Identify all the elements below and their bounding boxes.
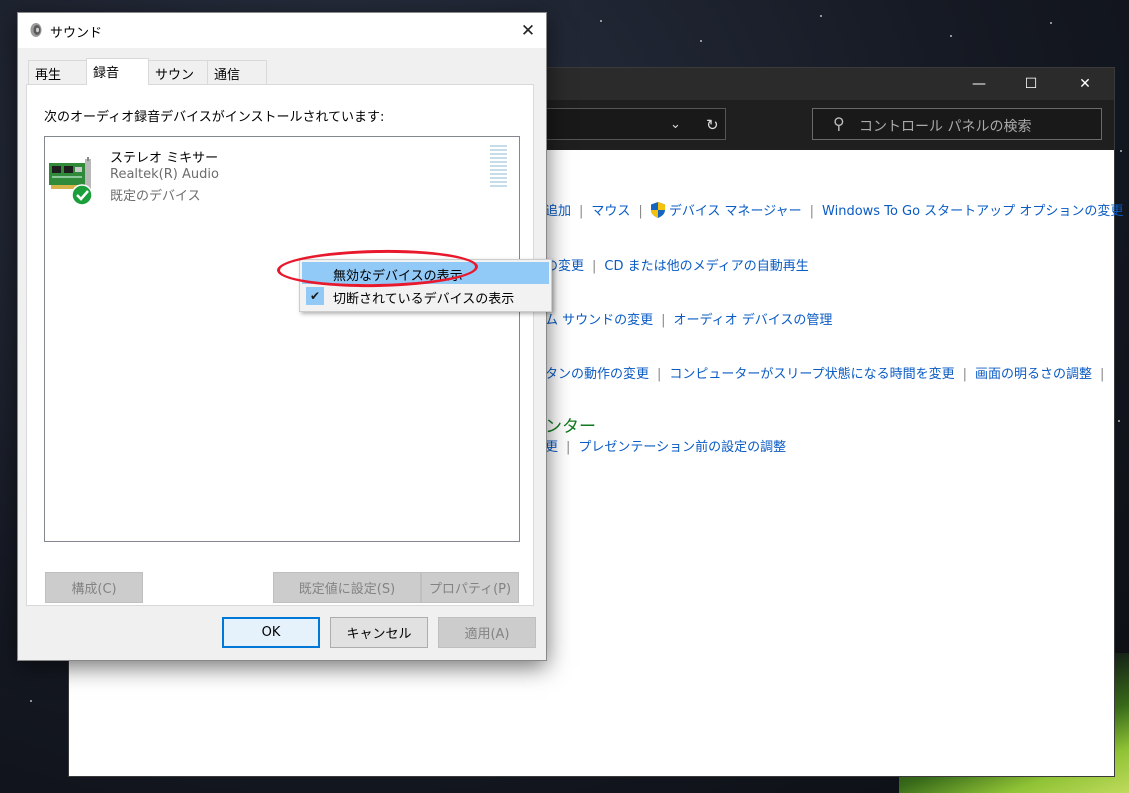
search-icon: ⚲ [833,114,845,133]
menu-item-show-disconnected[interactable]: ✔ 切断されているデバイスの表示 [302,285,549,307]
menu-item-label: 無効なデバイスの表示 [333,269,463,284]
minimize-icon[interactable]: — [956,68,1002,100]
link-audio-devices[interactable]: オーディオ デバイスの管理 [674,313,833,328]
menu-item-label: 切断されているデバイスの表示 [333,292,515,307]
sound-card-icon [49,157,93,206]
sound-links: ム サウンドの変更 | オーディオ デバイスの管理 [545,313,833,328]
device-list[interactable]: ステレオ ミキサー Realtek(R) Audio 既定のデバイス [44,136,520,542]
close-icon[interactable]: ✕ [510,13,546,48]
ok-button[interactable]: OK [222,617,320,648]
cancel-button[interactable]: キャンセル [330,617,428,648]
mobility-links: 更 | プレゼンテーション前の設定の調整 [545,440,787,455]
refresh-icon[interactable]: ↻ [706,116,719,134]
recording-panel: 次のオーディオ録音デバイスがインストールされています: ステレオ ミキサー Re… [26,84,534,606]
checkmark-icon: ✔ [306,287,324,305]
link-brightness[interactable]: 画面の明るさの調整 [975,367,1092,382]
context-menu: 無効なデバイスの表示 ✔ 切断されているデバイスの表示 [299,259,552,312]
link-sleep-time[interactable]: コンピューターがスリープ状態になる時間を変更 [669,367,954,382]
search-input[interactable]: ⚲ コントロール パネルの検索 [812,108,1102,140]
dialog-titlebar: サウンド ✕ [18,13,546,48]
uac-shield-icon [650,202,665,218]
link-autoplay-media[interactable]: CD または他のメディアの自動再生 [604,259,808,274]
link-device-manager[interactable]: デバイス マネージャー [669,204,802,219]
autoplay-links: の変更 | CD または他のメディアの自動再生 [545,259,809,274]
tab-sounds[interactable]: サウンド [148,60,208,102]
configure-button[interactable]: 構成(C) [45,572,143,603]
apply-button[interactable]: 適用(A) [438,617,536,648]
tab-playback[interactable]: 再生 [28,60,87,84]
device-driver: Realtek(R) Audio [110,167,219,182]
set-default-button[interactable]: 既定値に設定(S) [273,572,421,603]
tab-recording[interactable]: 録音 [86,58,149,85]
power-links: タンの動作の変更 | コンピューターがスリープ状態になる時間を変更 | 画面の明るさの調… [545,367,1105,382]
search-placeholder: コントロール パネルの検索 [859,119,1032,135]
tab-communications[interactable]: 通信 [207,60,267,84]
link-windows-to-go[interactable]: Windows To Go スタートアップ オプションの変更 [822,204,1123,219]
close-icon[interactable]: ✕ [1062,68,1108,100]
link-power-button[interactable]: タンの動作の変更 [545,367,649,382]
maximize-icon[interactable]: ☐ [1008,68,1054,100]
menu-item-show-disabled[interactable]: 無効なデバイスの表示 [302,262,549,284]
properties-button[interactable]: プロパティ(P) [421,572,519,603]
link-add-device[interactable]: 追加 [545,204,571,219]
panel-caption: 次のオーディオ録音デバイスがインストールされています: [44,110,385,125]
list-item[interactable]: ステレオ ミキサー Realtek(R) Audio 既定のデバイス [45,137,519,217]
dialog-title: サウンド [50,26,103,41]
level-meter [490,145,507,191]
sound-dialog: サウンド ✕ 再生 録音 サウンド 通信 次のオーディオ録音デバイスがインストー… [17,12,547,661]
device-name: ステレオ ミキサー [110,151,219,166]
device-status: 既定のデバイス [110,189,201,204]
mobility-center-heading[interactable]: ンター [545,412,596,437]
devices-links: 追加 | マウス | デバイス マネージャー | Windows To Go スタートアップ… [545,202,1124,219]
link-presentation[interactable]: プレゼンテーション前の設定の調整 [578,440,786,455]
link-mouse[interactable]: マウス [591,204,630,219]
speaker-icon [30,23,42,37]
chevron-down-icon[interactable]: ⌄ [670,117,681,132]
link-system-sound[interactable]: ム サウンドの変更 [545,313,653,328]
